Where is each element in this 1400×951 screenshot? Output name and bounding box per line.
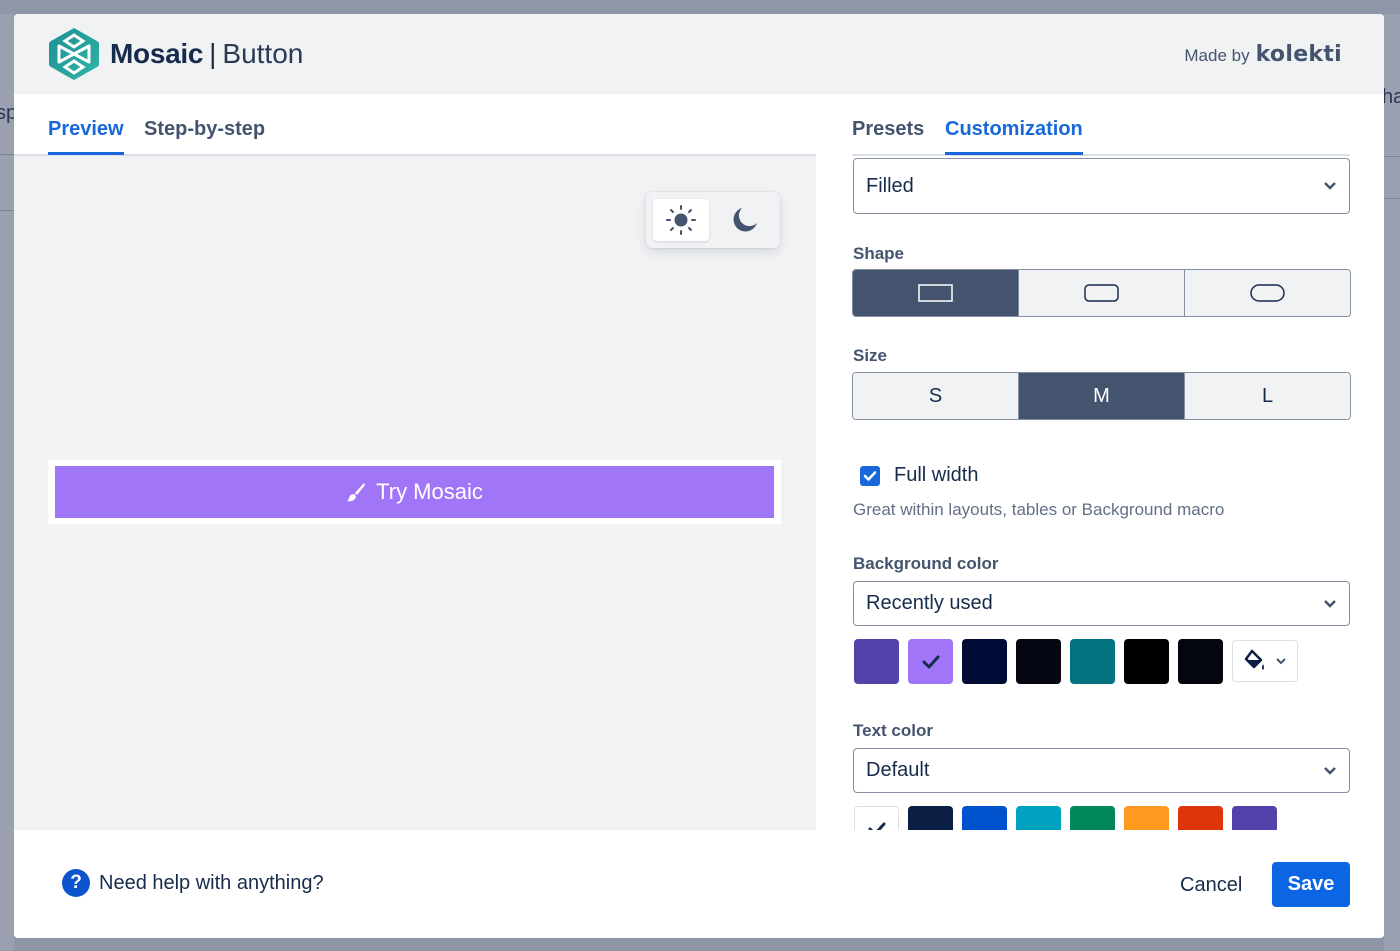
shape-square-option[interactable] — [853, 270, 1019, 316]
background-color-swatch[interactable] — [962, 639, 1007, 684]
modal-footer: ? Need help with anything? Cancel Save — [14, 830, 1384, 938]
square-shape-icon — [917, 284, 953, 302]
dark-theme-button[interactable] — [717, 199, 773, 241]
text-color-swatches — [854, 806, 1277, 830]
mosaic-logo-icon — [49, 28, 99, 80]
background-color-select[interactable]: Recently used — [853, 581, 1350, 626]
divider — [0, 210, 14, 211]
full-width-label: Full width — [894, 464, 979, 486]
text-color-select[interactable]: Default — [853, 748, 1350, 793]
size-m-option[interactable]: M — [1019, 373, 1185, 419]
checkmark-icon — [863, 470, 877, 481]
background-color-label: Background color — [853, 554, 999, 573]
custom-color-picker-button[interactable] — [1232, 640, 1298, 682]
brand-name: Mosaic — [110, 38, 204, 69]
preview-panel: Preview Step-by-step Try Mosaic — [14, 94, 816, 830]
text-color-swatch[interactable] — [908, 806, 953, 830]
full-width-option: Full width — [860, 464, 978, 487]
background-page-left: sp — [0, 14, 17, 951]
text-color-select-value: Default — [866, 759, 930, 781]
preview-button-label: Try Mosaic — [376, 479, 483, 504]
tab-step-by-step[interactable]: Step-by-step — [144, 118, 265, 152]
button-style-select[interactable]: Filled — [853, 158, 1350, 214]
shape-rounded-option[interactable] — [1019, 270, 1185, 316]
help-link[interactable]: ? Need help with anything? — [62, 869, 324, 897]
theme-toggle — [646, 192, 780, 248]
help-question-icon: ? — [62, 869, 90, 897]
background-color-swatches — [854, 639, 1298, 684]
chevron-down-icon — [1276, 658, 1286, 665]
moon-icon — [733, 208, 757, 232]
size-l-option[interactable]: L — [1185, 373, 1350, 419]
text-color-swatch[interactable] — [854, 806, 899, 830]
text-color-swatch[interactable] — [962, 806, 1007, 830]
background-color-select-value: Recently used — [866, 592, 993, 614]
background-color-swatch[interactable] — [1178, 639, 1223, 684]
shape-selector — [852, 269, 1351, 317]
chevron-down-icon — [1324, 599, 1336, 608]
pill-shape-icon — [1249, 284, 1285, 302]
background-color-swatch[interactable] — [854, 639, 899, 684]
size-label: Size — [853, 346, 888, 365]
divider — [0, 154, 14, 155]
mosaic-button-modal: Mosaic | Button Made by kolekti Preview … — [14, 14, 1384, 938]
tab-presets[interactable]: Presets — [852, 118, 924, 152]
title-separator: | — [209, 38, 217, 69]
text-color-swatch[interactable] — [1232, 806, 1277, 830]
preview-tabs: Preview Step-by-step — [14, 94, 816, 156]
settings-panel: Presets Customization Filled Shape Size … — [818, 94, 1384, 830]
full-width-checkbox[interactable] — [860, 465, 880, 486]
preview-frame: Try Mosaic — [48, 460, 781, 524]
paintbrush-icon — [347, 483, 366, 502]
divider — [1384, 198, 1400, 199]
made-by: Made by kolekti — [1184, 42, 1342, 67]
settings-tabs: Presets Customization — [852, 94, 1350, 156]
paint-bucket-icon — [1244, 649, 1264, 670]
made-by-label: Made by — [1184, 46, 1250, 65]
text-color-swatch[interactable] — [1124, 806, 1169, 830]
text-color-swatch[interactable] — [1016, 806, 1061, 830]
checkmark-icon — [868, 822, 885, 830]
chevron-down-icon — [1324, 182, 1336, 190]
background-text: ha — [1382, 86, 1400, 108]
background-color-swatch[interactable] — [908, 639, 953, 684]
cancel-button[interactable]: Cancel — [1164, 863, 1258, 908]
background-color-swatch[interactable] — [1016, 639, 1061, 684]
background-color-swatch[interactable] — [1124, 639, 1169, 684]
light-theme-button[interactable] — [653, 199, 709, 241]
full-width-helper-text: Great within layouts, tables or Backgrou… — [853, 500, 1225, 519]
divider — [1384, 156, 1400, 157]
tab-preview[interactable]: Preview — [48, 118, 124, 155]
background-page-right: ha — [1382, 14, 1400, 951]
shape-pill-option[interactable] — [1185, 270, 1350, 316]
text-color-label: Text color — [853, 721, 933, 740]
rounded-shape-icon — [1083, 284, 1119, 302]
shape-label: Shape — [853, 244, 905, 263]
save-button[interactable]: Save — [1272, 862, 1350, 907]
tab-customization[interactable]: Customization — [945, 118, 1083, 155]
modal-header: Mosaic | Button Made by kolekti — [14, 14, 1384, 94]
sun-icon — [666, 205, 696, 235]
size-s-option[interactable]: S — [853, 373, 1019, 419]
button-style-value: Filled — [866, 174, 914, 197]
checkmark-icon — [922, 655, 939, 668]
background-color-swatch[interactable] — [1070, 639, 1115, 684]
help-text: Need help with anything? — [99, 871, 324, 894]
text-color-swatch[interactable] — [1070, 806, 1115, 830]
kolekti-logo[interactable]: kolekti — [1256, 42, 1342, 67]
chevron-down-icon — [1324, 766, 1336, 775]
text-color-swatch[interactable] — [1178, 806, 1223, 830]
background-page — [0, 0, 1400, 12]
size-selector: S M L — [852, 372, 1351, 420]
try-mosaic-preview-button[interactable]: Try Mosaic — [55, 466, 774, 518]
product-name: Button — [222, 38, 304, 69]
app-title: Mosaic | Button — [110, 38, 303, 70]
